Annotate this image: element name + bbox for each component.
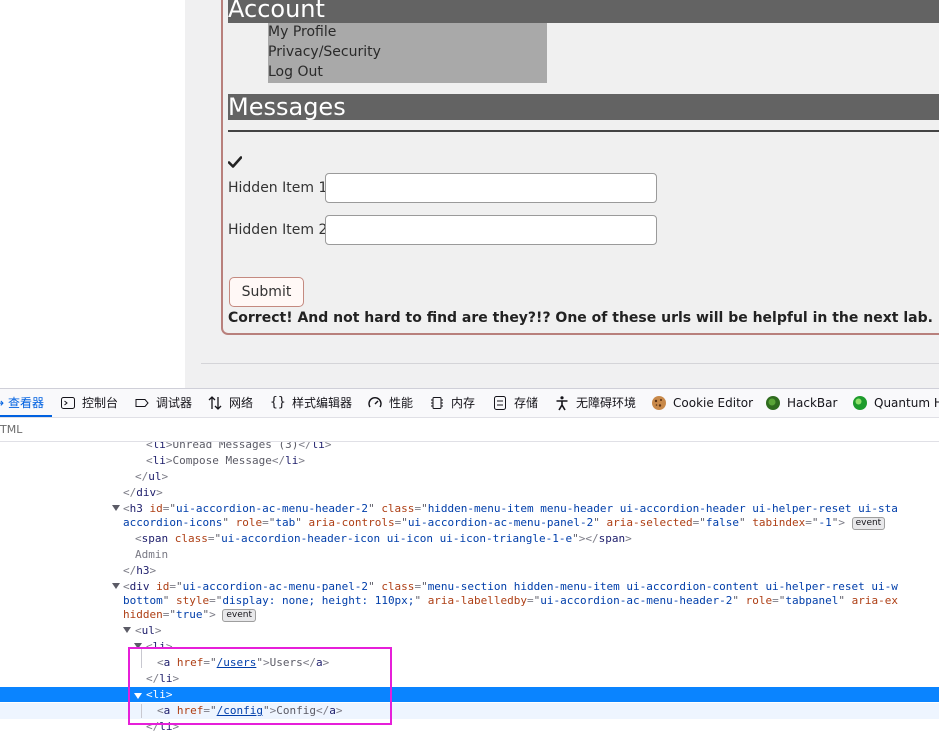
hackbar-icon — [766, 396, 780, 410]
attr-value: menu-section hidden-menu-item ui-accordi… — [427, 580, 898, 593]
attr-value: true — [176, 608, 203, 621]
tab-performance-label: 性能 — [389, 396, 414, 410]
tab-accessibility-label: 无障碍环境 — [576, 396, 637, 410]
attr-value: bottom — [123, 594, 163, 607]
tab-debugger[interactable]: 调试器 — [134, 389, 192, 417]
messages-header[interactable]: Messages — [228, 94, 939, 120]
page-viewport: Account My Profile Privacy/Security Log … — [0, 0, 939, 388]
tab-inspector-label: 查看器 — [8, 396, 45, 410]
tree-line[interactable]: accordion-icons" role="tab" aria-control… — [0, 515, 939, 531]
tab-hackbar-label: HackBar — [787, 396, 838, 410]
tab-cookie-editor[interactable]: Cookie Editor — [651, 389, 753, 417]
event-badge[interactable]: event — [222, 609, 257, 622]
account-item-privacy-security[interactable]: Privacy/Security — [268, 44, 381, 60]
account-item-my-profile[interactable]: My Profile — [268, 24, 336, 40]
cookie-icon — [652, 396, 666, 410]
attr-value: false — [705, 516, 739, 529]
active-tab-indicator — [0, 415, 52, 417]
attr-value: ui-accordion-ac-menu-header-2 — [540, 594, 733, 607]
account-header-label: Account — [228, 0, 325, 23]
attr-value: ui-accordion-ac-menu-panel-2 — [182, 580, 369, 593]
tab-network[interactable]: 网络 — [207, 389, 253, 417]
checkmark-icon — [228, 156, 242, 168]
storage-icon — [494, 396, 506, 410]
submit-button[interactable]: Submit — [229, 277, 304, 307]
tab-storage-label: 存储 — [514, 396, 539, 410]
hidden-item-2-input[interactable] — [325, 215, 657, 245]
tab-cookie-editor-label: Cookie Editor — [673, 396, 754, 410]
tree-line[interactable]: hidden="true"> event — [0, 607, 939, 623]
account-menu: My Profile Privacy/Security Log Out — [268, 23, 547, 83]
footer-divider — [201, 363, 939, 364]
attr-value: tab — [275, 516, 296, 529]
attr-value: ui-accordion-ac-menu-panel-2 — [407, 516, 594, 529]
attr-value: tabpanel — [785, 594, 839, 607]
tree-line[interactable]: <span class="ui-accordion-header-icon ui… — [0, 531, 939, 547]
tree-line[interactable]: <li>Compose Message</li> — [0, 453, 939, 469]
memory-icon — [431, 397, 443, 409]
tab-storage[interactable]: 存储 — [492, 389, 538, 417]
style-editor-icon: {} — [270, 395, 286, 410]
attr-value: -1 — [818, 516, 832, 529]
left-blank-area — [0, 0, 185, 388]
tab-hackbar[interactable]: HackBar — [765, 389, 837, 417]
tab-inspector[interactable]: → 查看器 — [0, 389, 44, 417]
tree-text: Compose Message — [172, 454, 272, 467]
account-header[interactable]: Account — [228, 0, 939, 23]
tab-console-label: 控制台 — [82, 396, 119, 410]
tab-style-editor[interactable]: {} 样式编辑器 — [270, 389, 352, 417]
tab-accessibility[interactable]: 无障碍环境 — [554, 389, 636, 417]
attr-value: accordion-icons — [123, 516, 223, 529]
highlight-annotation-box — [128, 647, 392, 725]
tree-line[interactable]: </h3> — [0, 563, 939, 579]
attr-value: ui-accordion-header-icon ui-icon ui-icon… — [221, 532, 573, 545]
tab-quantum-label: Quantum H — [874, 396, 939, 410]
event-badge[interactable]: event — [851, 517, 886, 530]
devtools-breadcrumb: TML — [0, 418, 939, 442]
account-item-log-out[interactable]: Log Out — [268, 64, 323, 80]
tree-line[interactable]: <li>Unread Messages (3)</li> — [0, 442, 939, 453]
tree-line[interactable]: <li> — [0, 639, 939, 647]
tree-text: Unread Messages (3) — [172, 442, 299, 451]
tab-performance[interactable]: 性能 — [367, 389, 413, 417]
inspector-icon: → — [0, 389, 4, 417]
attr-value: ui-accordion-ac-menu-header-2 — [176, 502, 369, 515]
attr-value: display: none; height: 110px; — [222, 594, 415, 607]
tab-debugger-label: 调试器 — [156, 396, 193, 410]
hidden-item-1-label: Hidden Item 1 — [228, 180, 328, 196]
messages-header-label: Messages — [228, 93, 346, 121]
console-icon — [61, 397, 75, 409]
debugger-icon — [135, 399, 149, 407]
tree-text: Admin — [135, 548, 169, 561]
tree-line[interactable]: </div> — [0, 485, 939, 501]
tab-console[interactable]: 控制台 — [60, 389, 118, 417]
tab-style-editor-label: 样式编辑器 — [292, 396, 353, 410]
tab-network-label: 网络 — [229, 396, 254, 410]
tree-line[interactable]: Admin — [0, 547, 939, 563]
tab-memory-label: 内存 — [451, 396, 476, 410]
network-icon — [208, 396, 222, 410]
result-message: Correct! And not hard to find are they?!… — [228, 310, 933, 326]
tab-memory[interactable]: 内存 — [429, 389, 475, 417]
devtools-toolbar: → 查看器 控制台 调试器 网络 {} 样式编辑器 性能 内存 存储 — [0, 389, 939, 418]
accessibility-icon — [556, 396, 568, 411]
hidden-item-2-label: Hidden Item 2 — [228, 222, 328, 238]
tree-line[interactable]: </ul> — [0, 469, 939, 485]
performance-icon — [368, 397, 382, 408]
tab-quantum[interactable]: Quantum H — [852, 389, 939, 417]
breadcrumb-item[interactable]: TML — [0, 423, 22, 436]
tree-line[interactable]: <ul> — [0, 623, 939, 639]
hidden-item-1-input[interactable] — [325, 173, 657, 203]
quantum-icon — [853, 396, 867, 410]
messages-divider — [228, 130, 939, 132]
attr-value: hidden-menu-item menu-header ui-accordio… — [427, 502, 898, 515]
